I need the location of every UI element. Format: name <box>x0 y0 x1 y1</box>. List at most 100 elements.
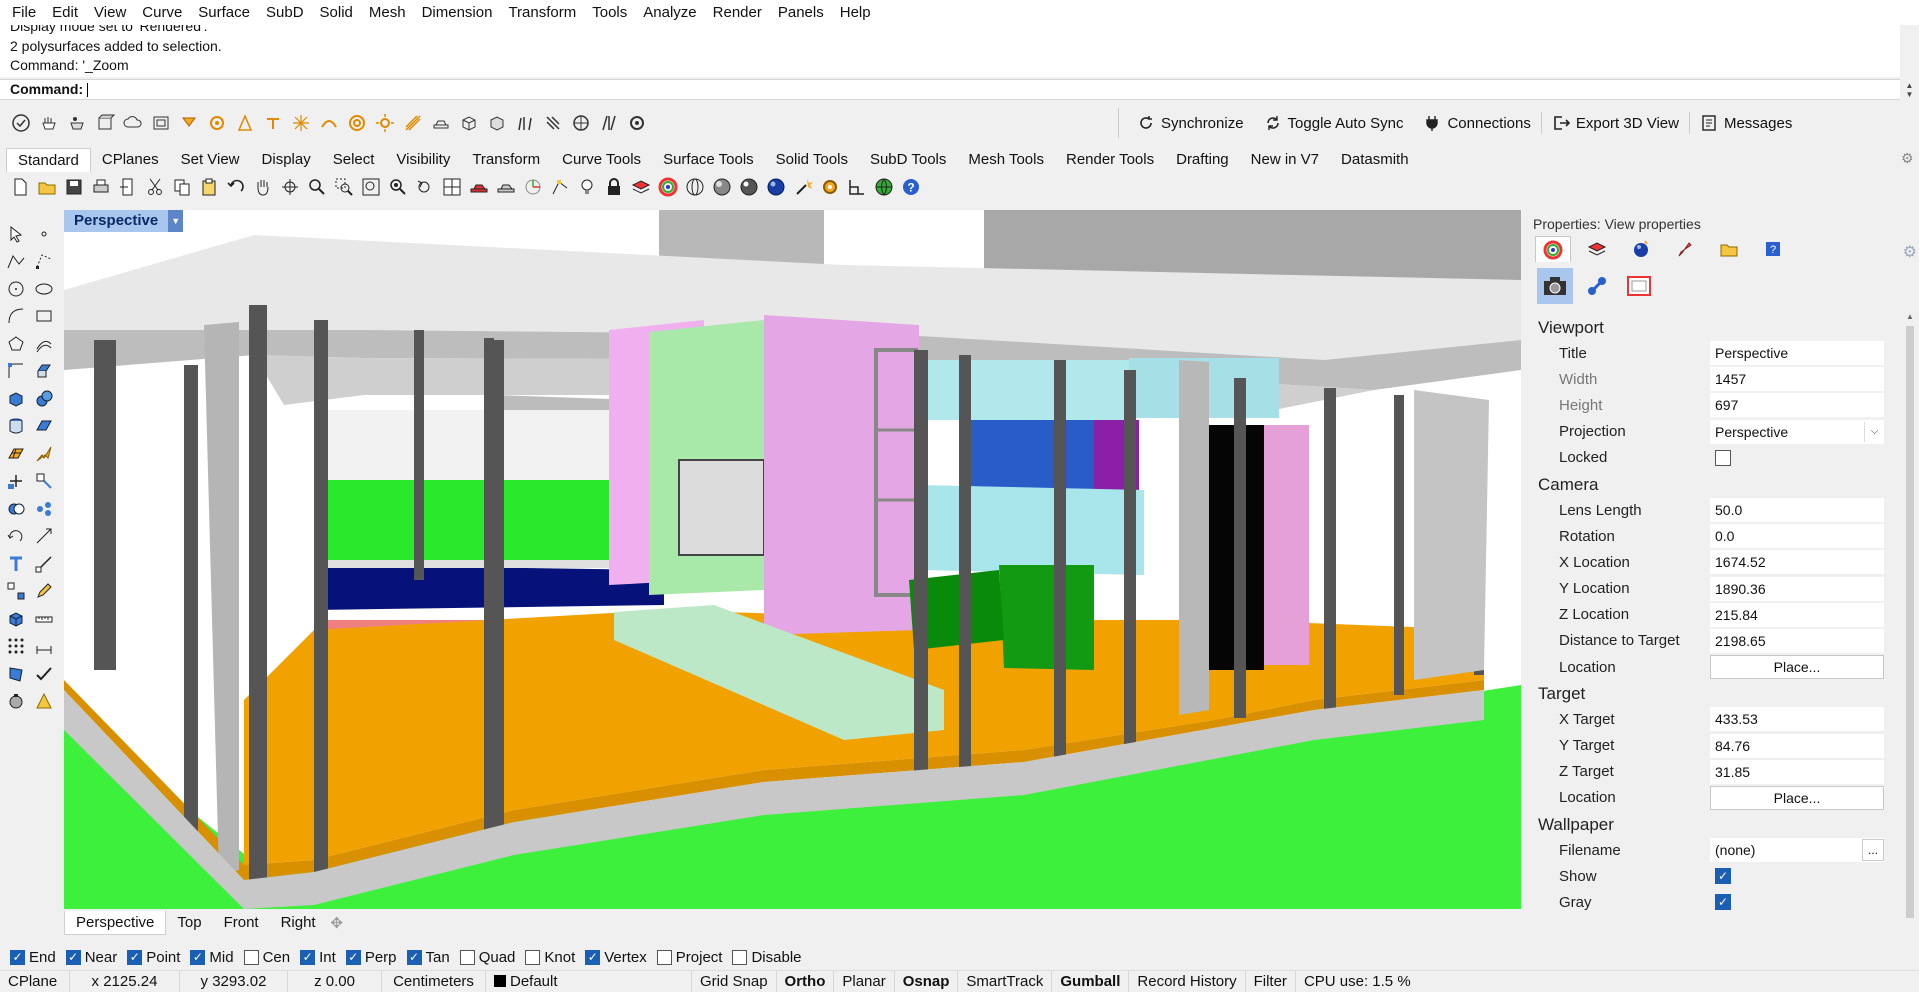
lines-icon[interactable] <box>598 112 620 134</box>
osnap-tan[interactable]: ✓ Tan <box>406 949 450 966</box>
car-render-icon[interactable] <box>430 112 452 134</box>
block-icon[interactable] <box>2 605 30 632</box>
pan-hand-icon[interactable] <box>251 175 275 199</box>
tab-render-tools[interactable]: Render Tools <box>1055 148 1165 172</box>
y-target-field[interactable]: 84.76 <box>1710 733 1884 758</box>
width-field[interactable]: 1457 <box>1710 367 1884 392</box>
x-location-field[interactable]: 1674.52 <box>1710 550 1884 575</box>
wireframe-sphere-icon[interactable] <box>683 175 707 199</box>
dimension-left-icon[interactable] <box>30 550 58 577</box>
viewport-tab-front[interactable]: Front <box>213 911 270 935</box>
shaded-sphere-icon[interactable] <box>710 175 734 199</box>
frame-icon[interactable] <box>150 112 172 134</box>
array-icon[interactable] <box>2 578 30 605</box>
viewport-title-tab[interactable]: Perspective ▼ <box>64 210 184 232</box>
distance-to-target-field[interactable]: 2198.65 <box>1710 628 1884 653</box>
viewport-tab-right[interactable]: Right <box>270 911 327 935</box>
extrude-icon[interactable] <box>30 358 58 385</box>
polygon-icon[interactable] <box>2 330 30 357</box>
tab-display[interactable]: Display <box>251 148 322 172</box>
camera-place-button[interactable]: Place... <box>1710 655 1884 680</box>
render-sphere-icon[interactable] <box>570 112 592 134</box>
render-gear-icon[interactable] <box>626 112 648 134</box>
osnap-quad[interactable]: Quad <box>459 949 515 966</box>
rotation-field[interactable]: 0.0 <box>1710 524 1884 549</box>
tab-cplanes[interactable]: CPlanes <box>91 148 170 172</box>
osnap-checkbox[interactable] <box>525 949 541 965</box>
tab-standard[interactable]: Standard <box>6 148 91 172</box>
osnap-icon[interactable] <box>548 175 572 199</box>
tab-new-in-v7[interactable]: New in V7 <box>1240 148 1330 172</box>
menu-help[interactable]: Help <box>832 0 879 25</box>
menu-transform[interactable]: Transform <box>500 0 584 25</box>
join-icon[interactable] <box>30 495 58 522</box>
dimension-icon[interactable] <box>845 175 869 199</box>
cylinder-icon[interactable] <box>2 413 30 440</box>
menu-solid[interactable]: Solid <box>312 0 361 25</box>
menu-tools[interactable]: Tools <box>584 0 635 25</box>
paste-icon[interactable] <box>197 175 221 199</box>
help-icon[interactable]: ? <box>899 175 923 199</box>
cloud-icon[interactable] <box>122 112 144 134</box>
menu-mesh[interactable]: Mesh <box>361 0 414 25</box>
tab-surface-tools[interactable]: Surface Tools <box>652 148 765 172</box>
light-rays-icon[interactable] <box>402 112 424 134</box>
new-file-icon[interactable] <box>8 175 32 199</box>
grid-snap-toggle[interactable]: Grid Snap <box>692 970 777 992</box>
rectangle-icon[interactable] <box>30 303 58 330</box>
hand-icon[interactable] <box>38 112 60 134</box>
menu-edit[interactable]: Edit <box>44 0 86 25</box>
osnap-checkbox[interactable]: ✓ <box>127 949 143 965</box>
mesh-icon[interactable] <box>2 440 30 467</box>
synchronize-button[interactable]: Synchronize <box>1127 114 1254 132</box>
blue-sphere-icon[interactable] <box>764 175 788 199</box>
dimension-line-icon[interactable] <box>30 633 58 660</box>
osnap-knot[interactable]: Knot <box>525 949 575 966</box>
locked-checkbox[interactable] <box>1715 449 1731 466</box>
grid-dots-icon[interactable] <box>2 633 30 660</box>
object-properties-tab[interactable] <box>1535 236 1571 262</box>
command-line[interactable]: Command: <box>0 79 1900 100</box>
polyline-icon[interactable] <box>2 248 30 275</box>
materials-tab[interactable] <box>1667 236 1703 262</box>
text-icon[interactable] <box>2 550 30 577</box>
osnap-checkbox[interactable]: ✓ <box>585 949 601 965</box>
save-icon[interactable] <box>62 175 86 199</box>
color-wheel-icon[interactable] <box>656 175 680 199</box>
menu-analyze[interactable]: Analyze <box>635 0 704 25</box>
layers-tab[interactable] <box>1579 236 1615 262</box>
gray-checkbox[interactable]: ✓ <box>1715 894 1731 911</box>
curve-offset-icon[interactable] <box>30 330 58 357</box>
cplane-indicator[interactable]: CPlane <box>0 970 70 992</box>
osnap-int[interactable]: ✓ Int <box>300 949 336 966</box>
tab-mesh-tools[interactable]: Mesh Tools <box>957 148 1055 172</box>
osnap-checkbox[interactable]: ✓ <box>300 949 316 965</box>
menu-subd[interactable]: SubD <box>258 0 312 25</box>
toggle-auto-sync-button[interactable]: Toggle Auto Sync <box>1254 114 1414 132</box>
viewport-tab-top[interactable]: Top <box>166 911 212 935</box>
osnap-checkbox[interactable]: ✓ <box>65 949 81 965</box>
add-viewport-icon[interactable]: ✥ <box>327 914 347 932</box>
directional-light-icon[interactable] <box>234 112 256 134</box>
viewport-layout-icon[interactable] <box>440 175 464 199</box>
chevron-down-icon[interactable]: ⌵ <box>1864 421 1884 442</box>
zoom-icon[interactable] <box>305 175 329 199</box>
ortho-toggle[interactable]: Ortho <box>777 970 835 992</box>
boolean-icon[interactable] <box>2 495 30 522</box>
ruler-icon[interactable] <box>30 605 58 632</box>
tab-transform[interactable]: Transform <box>461 148 551 172</box>
osnap-checkbox[interactable]: ✓ <box>190 949 206 965</box>
box-icon[interactable] <box>458 112 480 134</box>
gear-icon[interactable]: ⚙ <box>1903 242 1917 262</box>
tab-drafting[interactable]: Drafting <box>1165 148 1240 172</box>
command-scroll[interactable]: ▲ ▼ <box>1902 79 1917 100</box>
named-views-tab[interactable] <box>1579 268 1615 304</box>
osnap-checkbox[interactable] <box>732 949 748 965</box>
z-target-field[interactable]: 31.85 <box>1710 759 1884 784</box>
rendered-sphere-icon[interactable] <box>737 175 761 199</box>
point-icon[interactable] <box>30 220 58 247</box>
lens-length-field[interactable]: 50.0 <box>1710 498 1884 523</box>
connections-button[interactable]: Connections <box>1413 114 1540 132</box>
lock-icon[interactable] <box>602 175 626 199</box>
spot-light-ring-icon[interactable] <box>346 112 368 134</box>
